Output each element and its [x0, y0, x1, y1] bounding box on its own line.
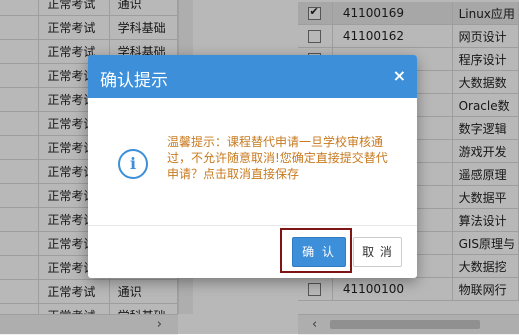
- cancel-button[interactable]: 取 消: [353, 237, 402, 267]
- close-icon[interactable]: ×: [393, 66, 406, 85]
- confirm-button-highlight: [280, 228, 352, 273]
- dialog-divider: [88, 225, 417, 226]
- confirm-dialog: 确认提示 × i 温馨提示：课程替代申请一旦学校审核通过，不允许随意取消!您确定…: [88, 55, 417, 278]
- dialog-header: 确认提示 ×: [88, 55, 417, 98]
- info-icon: i: [118, 149, 148, 179]
- dialog-title: 确认提示: [100, 71, 168, 91]
- dialog-message: 温馨提示：课程替代申请一旦学校审核通过，不允许随意取消!您确定直接提交替代申请？…: [167, 135, 388, 181]
